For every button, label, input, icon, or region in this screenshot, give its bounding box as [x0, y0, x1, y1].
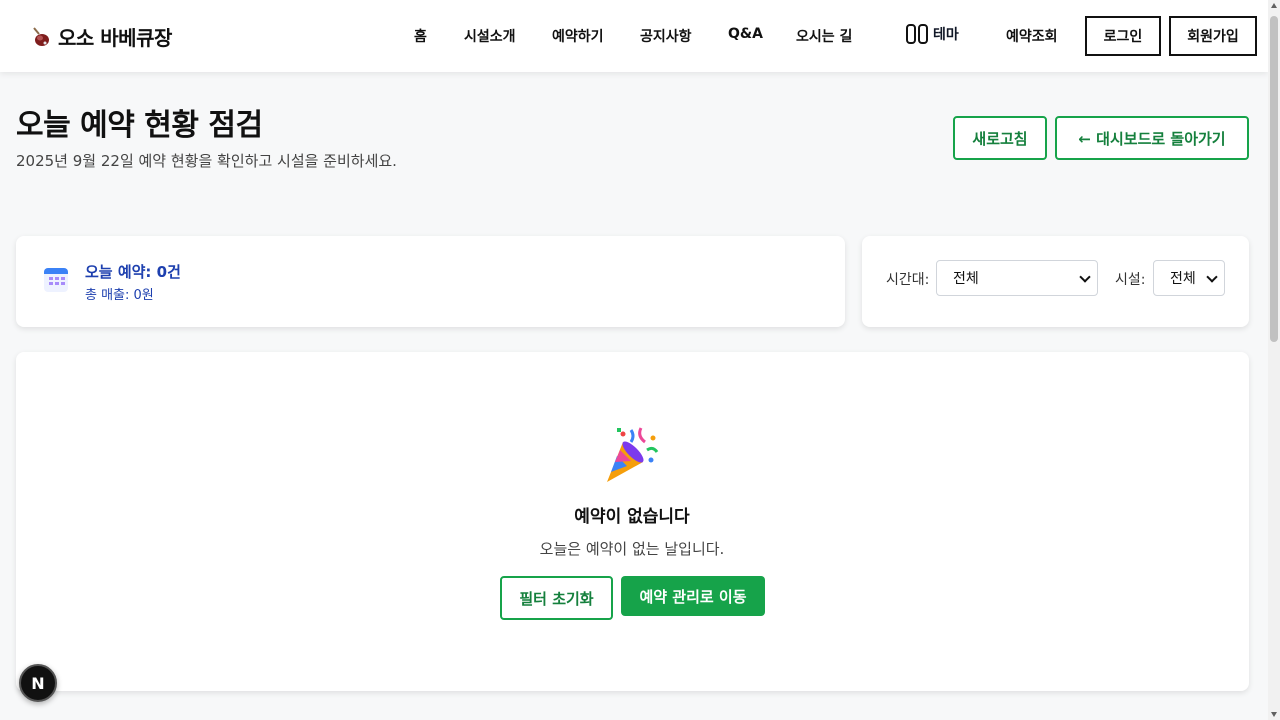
- scroll-up-arrow-icon[interactable]: [1270, 2, 1278, 10]
- nav-home[interactable]: 홈: [414, 26, 427, 46]
- theme-toggle[interactable]: 테마: [906, 24, 959, 44]
- filter-card: 시간대: 전체 시설: 전체: [862, 236, 1249, 327]
- brand[interactable]: 오소 바베큐장: [30, 22, 172, 51]
- go-to-reservation-management-button[interactable]: 예약 관리로 이동: [621, 576, 765, 616]
- time-filter-select[interactable]: 전체: [936, 260, 1098, 296]
- back-to-dashboard-button[interactable]: ← 대시보드로 돌아가기: [1055, 116, 1249, 160]
- scrollbar-thumb[interactable]: [1270, 16, 1278, 342]
- summary-card: 오늘 예약: 0건 총 매출: 0원: [16, 236, 845, 327]
- chevron-down-icon: [1206, 271, 1218, 283]
- facility-filter-select[interactable]: 전체: [1153, 260, 1225, 296]
- signup-button[interactable]: 회원가입: [1169, 16, 1257, 56]
- scroll-down-arrow-icon[interactable]: [1270, 710, 1278, 718]
- theme-icon: [906, 24, 928, 44]
- today-reservation-count: 오늘 예약: 0건: [85, 263, 181, 281]
- nav-facilities[interactable]: 시설소개: [464, 26, 516, 46]
- party-popper-icon: [607, 427, 659, 482]
- calendar-icon: [44, 268, 68, 292]
- login-button[interactable]: 로그인: [1085, 16, 1161, 56]
- facility-filter-value: 전체: [1170, 271, 1196, 287]
- brand-title: 오소 바베큐장: [58, 26, 172, 50]
- meat-icon: [33, 26, 49, 46]
- page-title: 오늘 예약 현황 점검: [16, 108, 263, 143]
- chevron-down-icon: [1079, 271, 1091, 283]
- page-subtitle: 2025년 9월 22일 예약 현황을 확인하고 시설을 준비하세요.: [16, 152, 397, 170]
- facility-filter-label: 시설:: [1115, 272, 1146, 288]
- time-filter-value: 전체: [953, 271, 979, 287]
- time-filter-label: 시간대:: [886, 272, 930, 288]
- empty-state-title: 예약이 없습니다: [574, 507, 690, 527]
- nav-booking[interactable]: 예약하기: [552, 26, 604, 46]
- empty-state-card: 예약이 없습니다 오늘은 예약이 없는 날입니다. 필터 초기화 예약 관리로 …: [16, 352, 1249, 691]
- theme-label: 테마: [933, 27, 959, 43]
- reset-filter-button[interactable]: 필터 초기화: [500, 576, 613, 620]
- refresh-button[interactable]: 새로고침: [953, 116, 1047, 160]
- nav-notices[interactable]: 공지사항: [640, 26, 692, 46]
- nav-reservation-lookup[interactable]: 예약조회: [1006, 26, 1058, 46]
- total-sales: 총 매출: 0원: [85, 288, 154, 303]
- dev-tools-badge[interactable]: N: [19, 664, 57, 702]
- empty-state-description: 오늘은 예약이 없는 날입니다.: [539, 540, 725, 558]
- nav-directions[interactable]: 오시는 길: [796, 26, 852, 46]
- top-header: 오소 바베큐장 홈 시설소개 예약하기 공지사항 Q&A 오시는 길 테마 예약…: [0, 0, 1268, 72]
- nav-qna[interactable]: Q&A: [728, 26, 763, 42]
- vertical-scrollbar[interactable]: [1268, 0, 1280, 720]
